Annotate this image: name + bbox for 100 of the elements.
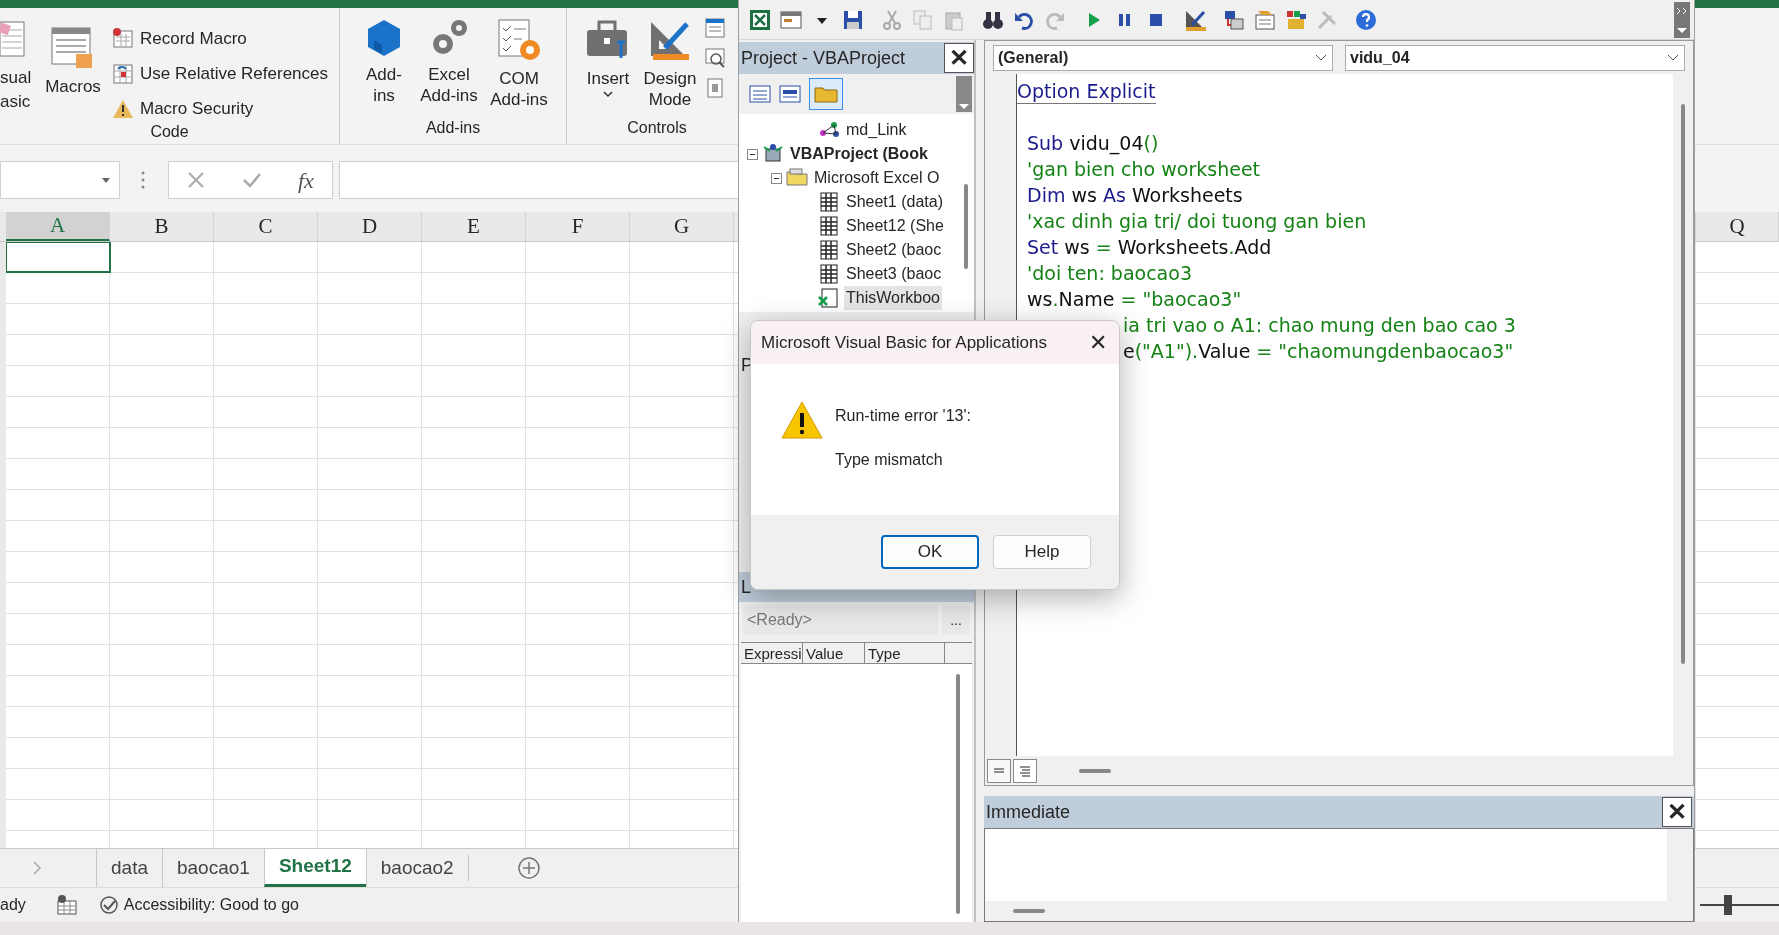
folder-icon (814, 85, 838, 103)
column-header[interactable]: Expressi (741, 643, 803, 663)
ribbon-button[interactable]: Macro Security (112, 98, 329, 120)
tree-item[interactable]: Sheet12 (She (844, 214, 946, 238)
project-icon (762, 143, 784, 165)
code-line: 'xac dinh gia tri/ doi tuong gan bien (1027, 209, 1367, 234)
formula-input[interactable] (339, 161, 739, 199)
panel-title: Project - VBAProject (741, 46, 907, 70)
project-explorer-icon[interactable] (1223, 8, 1245, 31)
add-sheet-icon[interactable] (516, 856, 541, 880)
column-header[interactable]: A (6, 212, 110, 241)
dialog-title: Microsoft Visual Basic for Applications (761, 331, 1048, 354)
design-mode-icon[interactable] (1184, 8, 1206, 31)
scrollbar-thumb[interactable] (956, 674, 960, 914)
excel-icon[interactable] (749, 8, 771, 31)
ribbon-button[interactable]: Excel Add-ins (414, 18, 484, 106)
ribbon-button[interactable]: Record Macro (112, 28, 329, 50)
procedure-view-icon[interactable] (987, 758, 1011, 783)
cancel-icon[interactable] (187, 171, 206, 189)
caret-icon (602, 89, 614, 99)
ribbon-group-label: Code (149, 122, 190, 142)
active-cell[interactable] (6, 242, 111, 273)
object-browser-icon[interactable] (1285, 8, 1307, 31)
properties-icon[interactable] (705, 18, 725, 38)
dialog-icon[interactable] (705, 78, 725, 98)
code-line: e("A1").Value = "chaomungdenbaocao3" (1123, 339, 1514, 364)
ribbon-button[interactable]: Use Relative References (112, 63, 329, 85)
dialog-button[interactable]: Help (993, 535, 1091, 569)
toggle-folders-button[interactable] (809, 78, 843, 110)
column-header[interactable]: G (630, 212, 734, 241)
code-line: 'gan bien cho worksheet (1027, 157, 1261, 182)
more-button[interactable]: ... (942, 606, 970, 634)
code-line: Set ws = Worksheets.Add (1027, 235, 1272, 260)
collapse-icon[interactable] (747, 148, 758, 160)
column-header[interactable]: D (318, 212, 422, 241)
grid-icon (112, 63, 134, 85)
dots-icon (140, 170, 146, 190)
ribbon-button[interactable]: Add- ins (354, 18, 414, 106)
scrollbar-thumb[interactable] (964, 184, 968, 269)
insert-function-button[interactable]: fx (297, 163, 314, 197)
immediate-input[interactable] (985, 829, 1667, 901)
macro-record-icon[interactable] (55, 895, 78, 915)
status-field: <Ready> (743, 605, 938, 635)
ribbon-button[interactable]: Insert (577, 18, 639, 99)
code-line: ia tri vao o A1: chao mung den bao cao 3 (1123, 313, 1516, 338)
properties-window-icon[interactable] (1254, 8, 1276, 31)
accessibility-status[interactable]: Accessibility: Good to go (123, 893, 299, 917)
scrollbar-thumb[interactable] (1013, 909, 1045, 913)
tree-item[interactable]: Sheet2 (baoc (844, 238, 944, 262)
code-line: Option Explicit (1017, 78, 1156, 104)
tree-item[interactable]: Sheet3 (baoc (844, 262, 944, 286)
checklist-gear-icon (497, 18, 541, 62)
ribbon-button[interactable]: COM Add-ins (484, 18, 554, 110)
form-icon[interactable] (780, 8, 802, 31)
dialog-button[interactable]: OK (881, 535, 979, 569)
column-header[interactable]: B (110, 212, 214, 241)
tree-item[interactable]: Microsoft Excel O (812, 166, 942, 190)
dropdown[interactable]: vidu_04 (1345, 44, 1685, 71)
collapse-icon[interactable] (771, 172, 782, 184)
column-header[interactable]: C (214, 212, 318, 241)
column-header[interactable]: Value (803, 643, 865, 663)
dropdown[interactable]: (General) (993, 44, 1333, 71)
column-header[interactable]: Type (865, 643, 945, 663)
scroll-right-icon[interactable] (32, 861, 42, 875)
close-button[interactable]: ✕ (1662, 797, 1692, 827)
tree-item[interactable]: VBAProject (Book (788, 142, 930, 166)
record-icon (112, 28, 134, 50)
tree-item[interactable]: Sheet1 (data) (844, 190, 945, 214)
workbook-icon (818, 287, 840, 309)
sheet-tab[interactable]: Sheet12 (263, 849, 366, 887)
module-view-icon[interactable] (1013, 758, 1037, 783)
ribbon-button[interactable]: Design Mode (639, 18, 701, 110)
toolbar-overflow-icon[interactable] (1674, 1, 1690, 38)
error-message: Run-time error '13': (835, 406, 971, 426)
error-detail: Type mismatch (835, 450, 944, 470)
caret-icon (101, 176, 111, 184)
tree-item[interactable]: md_Link (844, 118, 909, 142)
view-code-icon[interactable] (705, 48, 725, 68)
scrollbar-thumb[interactable] (1681, 104, 1685, 664)
cut-icon[interactable] (881, 8, 903, 31)
warning-icon (781, 400, 823, 440)
tree-item[interactable]: ThisWorkboo (844, 286, 942, 310)
enter-icon[interactable] (241, 171, 262, 189)
close-button[interactable]: ✕ (944, 43, 974, 73)
accessibility-check-icon[interactable] (97, 894, 120, 916)
worksheet-icon (818, 263, 840, 285)
help-icon[interactable] (1355, 8, 1377, 31)
ribbon-button[interactable]: Macros (38, 18, 108, 97)
code-line: ws.Name = "baocao3" (1027, 287, 1242, 312)
scrollbar-thumb[interactable] (1079, 768, 1111, 773)
ribbon-button[interactable]: sual asic (0, 18, 34, 114)
save-icon[interactable] (842, 8, 864, 31)
code-line: Dim ws As Worksheets (1027, 183, 1243, 208)
status-text: ady (0, 895, 26, 915)
close-button[interactable]: ✕ (1089, 331, 1107, 354)
column-header[interactable]: F (526, 212, 630, 241)
worksheet-icon (818, 191, 840, 213)
view-object-icon[interactable] (779, 85, 801, 103)
panel-title: L (741, 575, 751, 599)
column-header[interactable]: E (422, 212, 526, 241)
